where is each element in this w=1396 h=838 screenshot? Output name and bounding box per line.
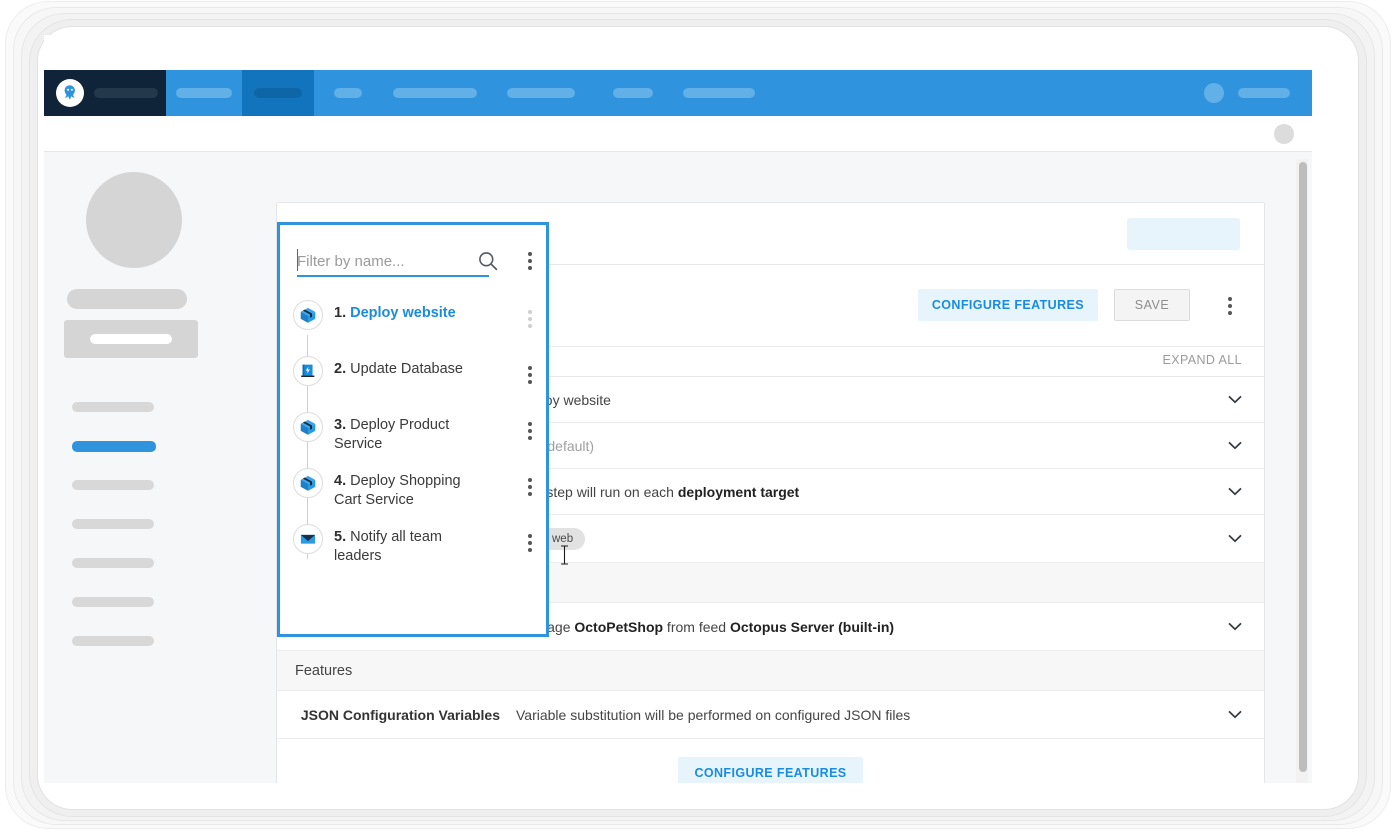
field-value: Variable substitution will be performed … bbox=[516, 707, 1264, 723]
step-list-item-5[interactable]: 5. Notify all team leaders bbox=[280, 521, 546, 577]
step-list: 1. Deploy website 2. Update Database bbox=[280, 297, 546, 577]
nav-pill bbox=[613, 88, 653, 98]
brand-name-placeholder bbox=[94, 88, 158, 98]
search-icon[interactable] bbox=[477, 250, 499, 277]
step-item-overflow-menu-icon[interactable] bbox=[528, 478, 532, 496]
save-button[interactable]: SAVE bbox=[1114, 289, 1190, 321]
step-list-item-number: 1. bbox=[334, 305, 346, 321]
field-value: Deploy website bbox=[516, 392, 1264, 408]
top-navbar bbox=[44, 70, 1312, 116]
text-caret bbox=[297, 249, 298, 271]
vertical-scrollbar-thumb[interactable] bbox=[1299, 162, 1307, 772]
step-list-item-text: Notify all team leaders bbox=[334, 529, 442, 564]
chevron-down-icon[interactable] bbox=[1228, 706, 1242, 724]
field-value: This step will run on each deployment ta… bbox=[516, 484, 1264, 500]
nav-item-6[interactable] bbox=[594, 70, 672, 116]
user-avatar[interactable] bbox=[1204, 83, 1224, 103]
octopus-logo-icon bbox=[56, 79, 84, 107]
step-list-item-text: Update Database bbox=[350, 361, 463, 377]
left-sidebar bbox=[44, 152, 276, 783]
step-list-item-4[interactable]: 4. Deploy Shopping Cart Service bbox=[280, 465, 546, 521]
step-list-item-number: 3. bbox=[334, 417, 346, 433]
section-heading-features: Features bbox=[277, 651, 1264, 691]
sidebar-avatar-placeholder bbox=[86, 172, 182, 268]
sidebar-button-placeholder[interactable] bbox=[64, 320, 198, 358]
search-input[interactable] bbox=[297, 247, 489, 277]
chevron-down-icon[interactable] bbox=[1228, 391, 1242, 409]
step-list-item-label: 5. Notify all team leaders bbox=[334, 521, 486, 566]
step-list-item-2[interactable]: 2. Update Database bbox=[280, 353, 546, 409]
step-list-item-text: Deploy website bbox=[350, 305, 456, 321]
nav-pill bbox=[254, 88, 302, 98]
sidebar-item-placeholder-4[interactable] bbox=[72, 519, 154, 529]
sidebar-item-placeholder-2-active[interactable] bbox=[72, 441, 156, 452]
nav-pill bbox=[176, 88, 232, 98]
configure-features-button[interactable]: CONFIGURE FEATURES bbox=[918, 289, 1098, 321]
step-item-overflow-menu-icon[interactable] bbox=[528, 310, 532, 328]
features-footer: CONFIGURE FEATURES You can add or manage… bbox=[277, 739, 1264, 783]
nav-item-5[interactable] bbox=[488, 70, 594, 116]
nav-item-1[interactable] bbox=[166, 70, 242, 116]
nav-item-2[interactable] bbox=[242, 70, 314, 116]
step-list-item-label: 4. Deploy Shopping Cart Service bbox=[334, 465, 486, 510]
sub-header-bar bbox=[44, 116, 1312, 152]
step-list-item-number: 2. bbox=[334, 361, 346, 377]
sidebar-item-placeholder-5[interactable] bbox=[72, 558, 154, 568]
step-list-overlay: 1. Deploy website 2. Update Database bbox=[277, 222, 549, 637]
nav-item-7[interactable] bbox=[672, 70, 766, 116]
field-value: web bbox=[516, 528, 1264, 550]
step-list-item-number: 5. bbox=[334, 529, 346, 545]
nav-pill bbox=[683, 88, 755, 98]
step-list-item-label: 1. Deploy website bbox=[334, 297, 486, 323]
step-item-overflow-menu-icon[interactable] bbox=[528, 366, 532, 384]
configure-features-button-footer[interactable]: CONFIGURE FEATURES bbox=[678, 757, 862, 783]
text-cursor bbox=[560, 545, 569, 570]
field-value: Package OctoPetShop from feed Octopus Se… bbox=[516, 619, 1264, 635]
step-item-overflow-menu-icon[interactable] bbox=[528, 422, 532, 440]
package-box-icon bbox=[293, 300, 323, 330]
step-list-item-label: 2. Update Database bbox=[334, 353, 486, 379]
nav-user-name-placeholder bbox=[1238, 88, 1290, 98]
chevron-down-icon[interactable] bbox=[1228, 618, 1242, 636]
chevron-down-icon[interactable] bbox=[1228, 530, 1242, 548]
package-box-icon bbox=[293, 468, 323, 498]
sidebar-item-placeholder-3[interactable] bbox=[72, 480, 154, 490]
chevron-down-icon[interactable] bbox=[1228, 437, 1242, 455]
page-body: Process ? bbox=[44, 152, 1312, 783]
database-deploy-icon bbox=[293, 356, 323, 386]
step-overflow-menu-icon[interactable] bbox=[1228, 297, 1232, 315]
sidebar-button-label-placeholder bbox=[90, 334, 172, 344]
add-step-button-placeholder[interactable] bbox=[1127, 218, 1240, 250]
expand-all-link[interactable]: EXPAND ALL bbox=[1162, 353, 1242, 367]
step-list-item-number: 4. bbox=[334, 473, 346, 489]
sidebar-item-placeholder-7[interactable] bbox=[72, 636, 154, 646]
email-icon bbox=[293, 524, 323, 554]
nav-pill bbox=[393, 88, 477, 98]
brand-area[interactable] bbox=[44, 70, 166, 116]
sidebar-item-placeholder-1[interactable] bbox=[72, 402, 154, 412]
step-list-item-label: 3. Deploy Product Service bbox=[334, 409, 486, 454]
chevron-down-icon[interactable] bbox=[1228, 483, 1242, 501]
sidebar-item-placeholder-6[interactable] bbox=[72, 597, 154, 607]
step-list-item-1[interactable]: 1. Deploy website bbox=[280, 297, 546, 353]
sidebar-title-placeholder bbox=[67, 289, 187, 309]
step-list-item-text: Deploy Product Service bbox=[334, 417, 449, 452]
step-list-item-text: Deploy Shopping Cart Service bbox=[334, 473, 461, 508]
form-row-json-configuration-variables[interactable]: JSON Configuration Variables Variable su… bbox=[277, 691, 1264, 739]
role-tag-label: web bbox=[552, 533, 573, 545]
step-list-item-3[interactable]: 3. Deploy Product Service bbox=[280, 409, 546, 465]
sub-header-avatar[interactable] bbox=[1274, 124, 1294, 144]
package-box-icon bbox=[293, 412, 323, 442]
nav-pill bbox=[507, 88, 575, 98]
nav-item-4[interactable] bbox=[382, 70, 488, 116]
field-value: Yes (default) bbox=[516, 438, 1264, 454]
step-item-overflow-menu-icon[interactable] bbox=[528, 534, 532, 552]
filter-search-area bbox=[297, 247, 530, 283]
overlay-overflow-menu-icon[interactable] bbox=[528, 252, 532, 270]
field-label: JSON Configuration Variables bbox=[277, 707, 516, 723]
browser-viewport: Process ? bbox=[44, 35, 1312, 783]
nav-pill bbox=[334, 88, 362, 98]
device-frame: Process ? bbox=[0, 0, 1396, 838]
nav-item-3[interactable] bbox=[314, 70, 382, 116]
